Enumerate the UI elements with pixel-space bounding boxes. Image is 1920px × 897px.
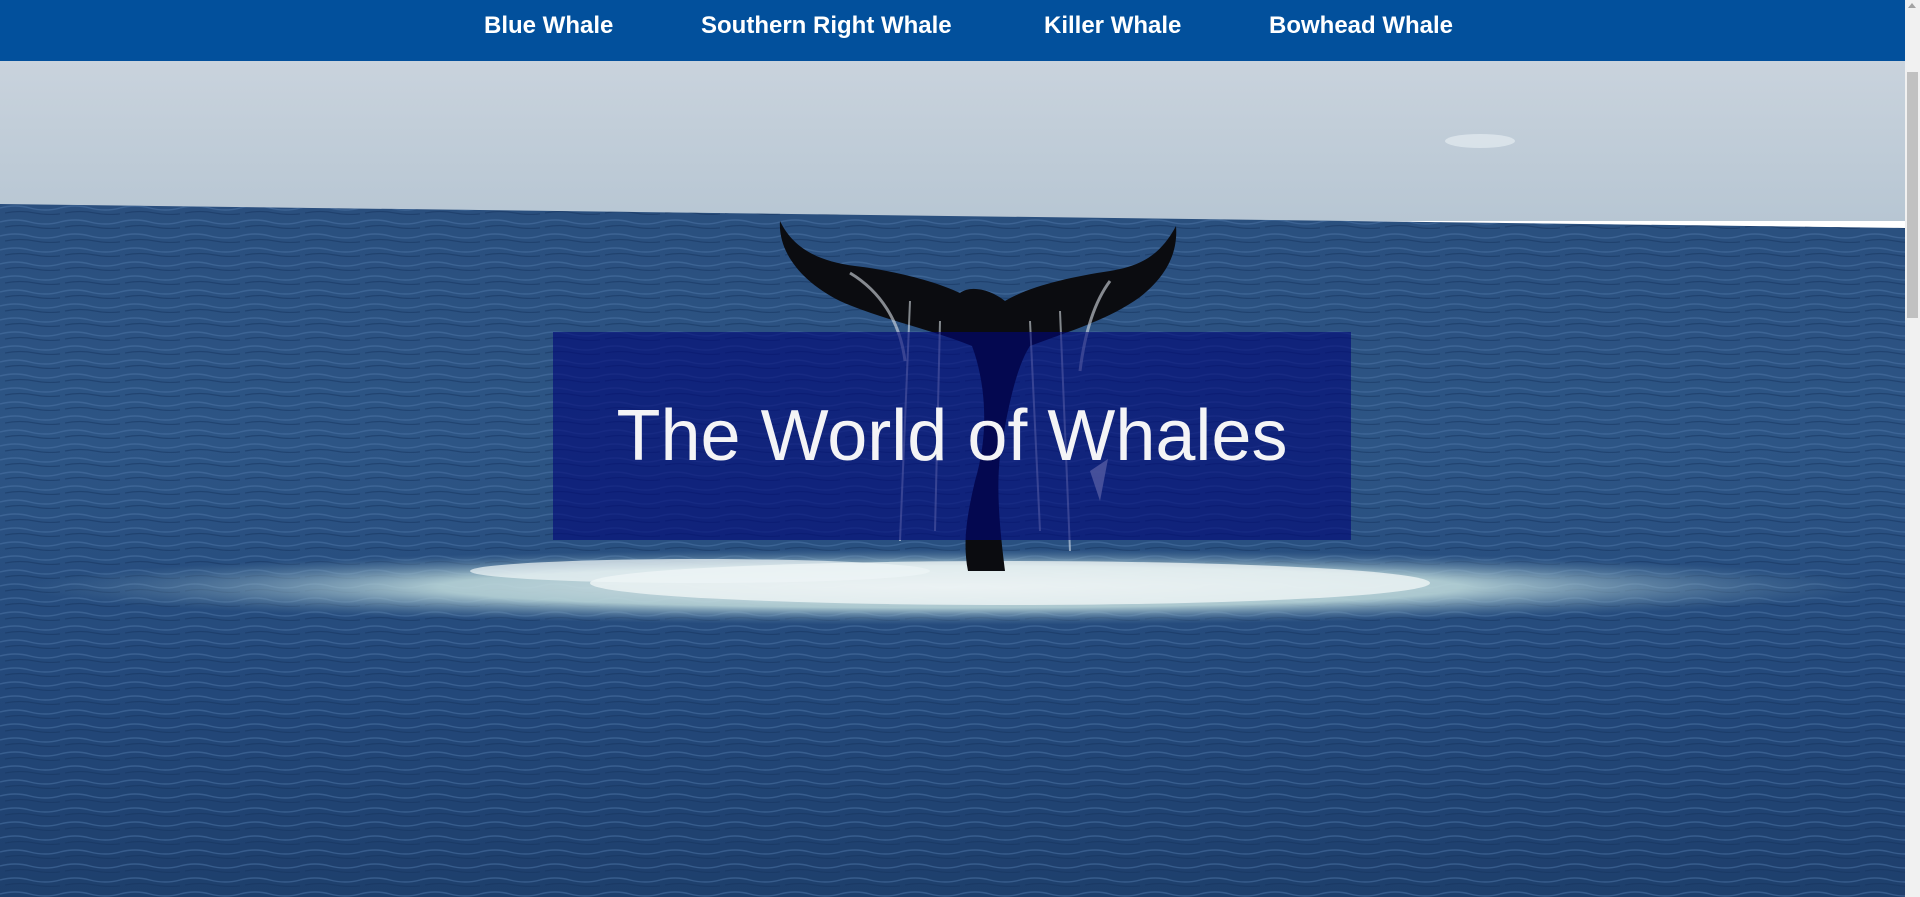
nav-link-bowhead-whale[interactable]: Bowhead Whale (1269, 13, 1453, 39)
hero-title-overlay: The World of Whales (553, 332, 1351, 540)
nav-link-killer-whale[interactable]: Killer Whale (1044, 13, 1181, 39)
hero-section: The World of Whales (0, 61, 1905, 897)
top-navigation-bar: Blue Whale Southern Right Whale Killer W… (0, 0, 1905, 61)
scrollbar-thumb[interactable] (1907, 72, 1918, 318)
vertical-scrollbar[interactable] (1905, 0, 1920, 897)
page: Blue Whale Southern Right Whale Killer W… (0, 0, 1920, 897)
nav-link-blue-whale[interactable]: Blue Whale (484, 13, 613, 39)
nav-link-southern-right-whale[interactable]: Southern Right Whale (701, 13, 952, 39)
scroll-up-arrow-icon[interactable] (1908, 3, 1916, 8)
page-title: The World of Whales (616, 396, 1288, 476)
